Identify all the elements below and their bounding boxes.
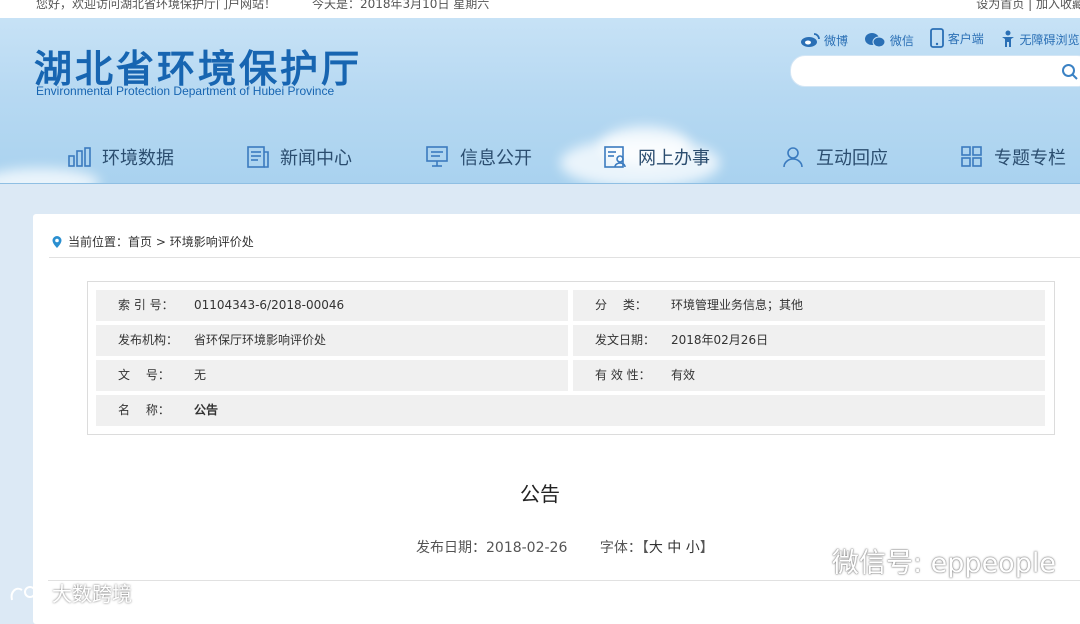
top-links: 设为首页 | 加入收藏 [976, 0, 1080, 10]
link-separator: | [1024, 0, 1036, 11]
brand-logo-icon [10, 585, 47, 600]
meta-divider [48, 580, 1080, 581]
info-value: 01104343-6/2018-00046 [194, 298, 345, 312]
nav-item-interaction[interactable]: 互动回应 [782, 144, 888, 170]
info-cell-docno: 文 号： 无 [96, 360, 568, 391]
info-cell-date: 发文日期： 2018年02月26日 [573, 325, 1045, 356]
set-homepage-link[interactable]: 设为首页 [976, 0, 1024, 11]
nav-label: 专题专栏 [994, 148, 1066, 169]
search-box [790, 55, 1080, 87]
font-size-control: 字体：【大 中 小】 [600, 540, 714, 556]
quicklink-weibo[interactable]: 微博 [800, 32, 848, 49]
bracket-close: 】 [699, 540, 714, 556]
font-size-medium[interactable]: 中 [667, 540, 681, 556]
nav-label: 环境数据 [102, 148, 174, 169]
bracket-open: 【 [641, 540, 649, 556]
quicklink-accessibility[interactable]: 无障碍浏览 [1000, 30, 1080, 48]
search-input[interactable] [805, 62, 1059, 82]
info-cell-index: 索 引 号： 01104343-6/2018-00046 [96, 290, 568, 321]
info-label: 发文日期： [595, 333, 656, 347]
info-value: 公告 [194, 403, 219, 417]
document-title: 公告 [520, 482, 560, 506]
quicklink-label: 客户端 [947, 31, 984, 46]
info-cell-publisher: 发布机构： 省环保厅环境影响评价处 [96, 325, 568, 356]
nav-divider [0, 183, 1080, 184]
today-date: 今天是：2018年3月10日 星期六 [312, 0, 490, 11]
info-label: 文 号： [118, 368, 170, 382]
info-cell-validity: 有 效 性： 有效 [573, 360, 1045, 391]
info-value: 环境管理业务信息；其他 [671, 298, 804, 312]
nav-item-info-disclosure[interactable]: 信息公开 [426, 144, 532, 170]
info-value: 2018年02月26日 [671, 333, 769, 347]
brand-watermark: 大数跨境 [8, 578, 132, 607]
nav-item-env-data[interactable]: 环境数据 [68, 144, 174, 170]
info-label: 有 效 性： [595, 368, 651, 382]
add-favorite-link[interactable]: 加入收藏 [1036, 0, 1080, 11]
info-value: 有效 [671, 368, 696, 382]
wechat-id-text: 微信号: eppeople [832, 548, 1056, 579]
location-pin-icon [52, 235, 62, 248]
breadcrumb-current[interactable]: 环境影响评价处 [170, 233, 254, 250]
quicklink-label: 微信 [889, 33, 914, 48]
info-value: 省环保厅环境影响评价处 [194, 333, 327, 347]
quicklink-app[interactable]: 客户端 [929, 28, 984, 48]
wechat-icon [864, 33, 886, 48]
nav-label: 信息公开 [460, 148, 532, 169]
site-header: 湖北省环境保护厅 Environmental Protection Depart… [0, 18, 1080, 184]
site-subtitle: Environmental Protection Department of H… [36, 84, 335, 98]
breadcrumb-home[interactable]: 首页 [128, 233, 152, 250]
wechat-watermark: 微信号: eppeople [780, 541, 1056, 580]
search-icon[interactable] [1061, 63, 1079, 81]
mobile-icon [929, 28, 944, 48]
nav-label: 新闻中心 [280, 148, 352, 169]
info-label: 分 类： [595, 298, 647, 312]
brand-text: 大数跨境 [52, 582, 132, 606]
accessibility-icon [1001, 30, 1014, 47]
main-nav: 环境数据 新闻中心 信息公开 网上办事 互动回应 专题专栏 [0, 130, 1080, 184]
grid-icon [961, 146, 982, 167]
nav-item-special-topics[interactable]: 专题专栏 [960, 144, 1066, 170]
nav-item-online-services[interactable]: 网上办事 [604, 144, 710, 170]
quicklink-wechat[interactable]: 微信 [864, 32, 914, 49]
info-label: 发布机构： [118, 333, 179, 347]
welcome-text: 您好，欢迎访问湖北省环境保护厅门户网站！ [36, 0, 277, 11]
id-card-icon [604, 146, 626, 168]
info-label: 名 称： [118, 403, 170, 417]
nav-label: 网上办事 [638, 148, 710, 169]
document-meta: 发布日期：2018-02-26 字体：【大 中 小】 [416, 537, 714, 557]
breadcrumb-separator: > [152, 234, 170, 249]
news-icon [247, 146, 269, 168]
top-utility-bar: 您好，欢迎访问湖北省环境保护厅门户网站！ 今天是：2018年3月10日 星期六 … [0, 0, 1080, 18]
info-cell-category: 分 类： 环境管理业务信息；其他 [573, 290, 1045, 321]
quicklink-label: 微博 [824, 33, 849, 48]
info-cell-name: 名 称： 公告 [96, 395, 1045, 426]
info-value: 无 [194, 368, 207, 382]
font-size-label: 字体： [599, 540, 642, 556]
info-label: 索 引 号： [118, 298, 174, 312]
quicklink-label: 无障碍浏览 [1019, 32, 1080, 47]
monitor-icon [426, 146, 448, 167]
wechat-icon [780, 544, 825, 576]
weibo-icon [801, 33, 820, 47]
font-size-small[interactable]: 小 [686, 540, 700, 556]
breadcrumb: 当前位置： 首页 > 环境影响评价处 [51, 233, 254, 250]
quick-links: 微博 微信 客户端 无障碍浏览 [800, 28, 1080, 51]
user-icon [783, 147, 803, 168]
font-size-large[interactable]: 大 [649, 540, 663, 556]
nav-item-news[interactable]: 新闻中心 [246, 144, 352, 170]
nav-label: 互动回应 [816, 148, 888, 169]
breadcrumb-prefix: 当前位置： [68, 235, 129, 249]
breadcrumb-divider [49, 257, 1080, 258]
bar-chart-icon [68, 147, 91, 167]
publish-date: 发布日期：2018-02-26 [416, 540, 568, 556]
document-info-table: 索 引 号： 01104343-6/2018-00046 分 类： 环境管理业务… [87, 281, 1055, 435]
